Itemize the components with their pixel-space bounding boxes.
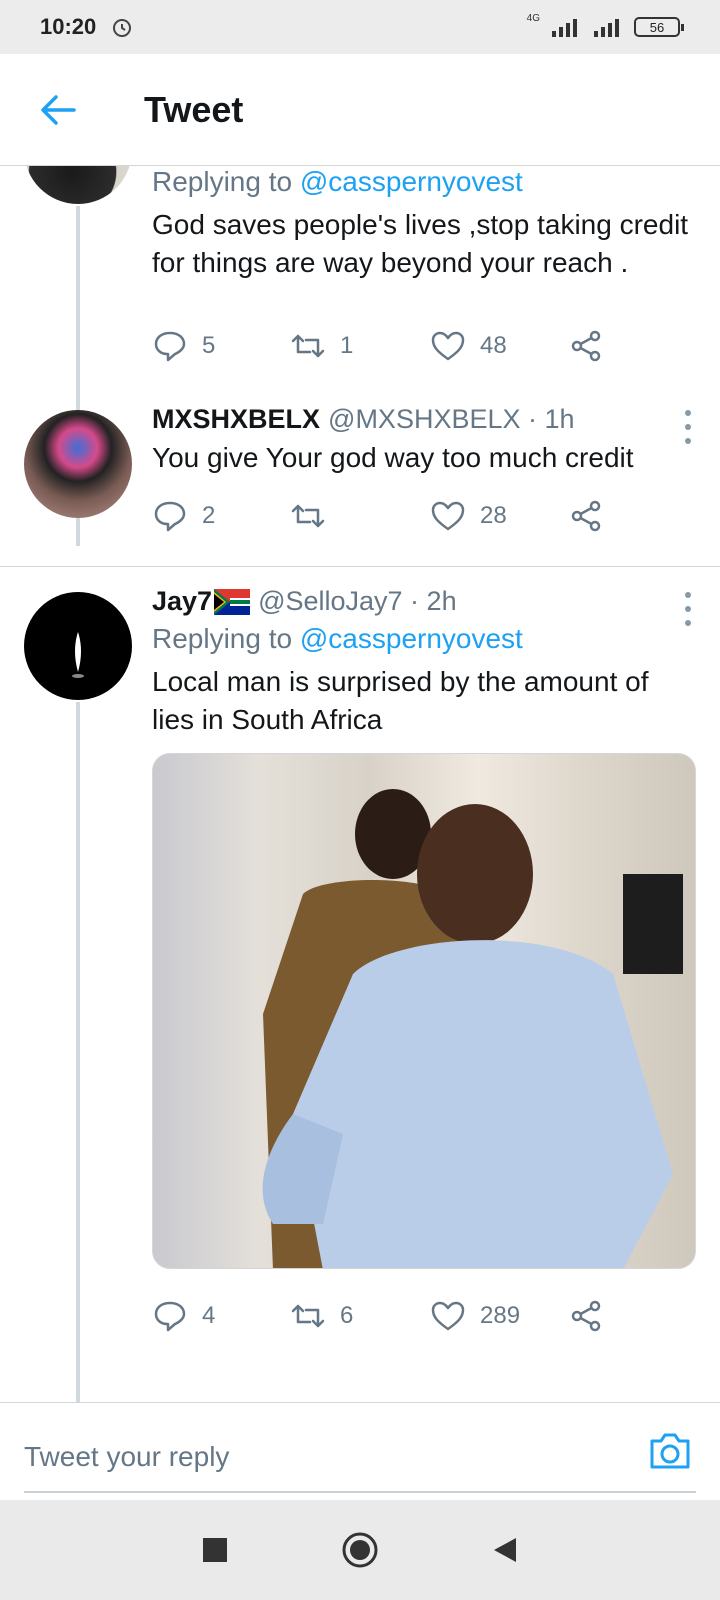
back-button[interactable] xyxy=(28,80,88,140)
signal-icon xyxy=(552,19,577,37)
like-count: 28 xyxy=(480,502,507,529)
reply-count: 2 xyxy=(202,502,216,529)
retweet-count: 6 xyxy=(340,1302,354,1329)
camera-icon xyxy=(650,1433,690,1469)
display-name[interactable]: MXSHXBELX xyxy=(152,404,320,435)
tweet-item[interactable]: MXSHXBELX @MXSHXBELX · 1h You give Your … xyxy=(0,404,720,550)
tweet-content: Replying to @casspernyovest God saves pe… xyxy=(152,166,696,282)
mention-link[interactable]: @casspernyovest xyxy=(300,166,523,197)
share-button[interactable] xyxy=(568,498,604,534)
back-arrow-icon xyxy=(41,94,76,125)
south-africa-flag-icon xyxy=(214,588,251,615)
replying-prefix: Replying to xyxy=(152,166,293,197)
share-icon xyxy=(571,500,601,532)
retweet-button[interactable] xyxy=(290,498,430,534)
handle-time: @SelloJay7 · 2h xyxy=(258,586,457,616)
retweet-count: 1 xyxy=(340,332,354,359)
more-options-button[interactable] xyxy=(678,592,698,626)
like-icon xyxy=(431,331,465,361)
tweet-header: MXSHXBELX @MXSHXBELX · 1h xyxy=(152,404,696,435)
like-button[interactable]: 28 xyxy=(430,498,568,534)
status-bar: 10:20 4G 56 xyxy=(0,0,720,54)
retweet-icon xyxy=(291,504,325,528)
share-button[interactable] xyxy=(568,1298,604,1334)
tweet-divider xyxy=(0,566,720,567)
tweet-text: Local man is surprised by the amount of … xyxy=(152,666,649,735)
share-icon xyxy=(571,330,601,362)
like-button[interactable]: 289 xyxy=(430,1298,568,1334)
thread-line xyxy=(76,702,80,1402)
nav-square-icon[interactable] xyxy=(200,1535,230,1565)
reply-button[interactable]: 5 xyxy=(152,328,290,364)
reply-input[interactable] xyxy=(24,1423,696,1493)
tweet-actions: 4 6 289 xyxy=(152,1298,604,1334)
mention-link[interactable]: @casspernyovest xyxy=(300,623,523,654)
reply-count: 4 xyxy=(202,1302,216,1329)
reply-button[interactable]: 4 xyxy=(152,1298,290,1334)
nav-home-icon[interactable] xyxy=(340,1530,380,1570)
retweet-icon xyxy=(291,334,325,358)
tweet-content: Jay7 @SelloJay7 · 2h Replying to @casspe… xyxy=(152,586,696,1269)
reply-count: 5 xyxy=(202,332,216,359)
like-count: 289 xyxy=(480,1302,521,1329)
network-type: 4G xyxy=(526,13,540,24)
replying-to: Replying to @casspernyovest xyxy=(152,166,696,198)
tweet-media-image[interactable] xyxy=(152,753,696,1269)
status-time: 10:20 xyxy=(40,14,97,39)
retweet-button[interactable]: 1 xyxy=(290,328,430,364)
status-indicators: 4G 56 xyxy=(527,13,684,37)
display-name[interactable]: Jay7 xyxy=(152,586,212,617)
share-icon xyxy=(571,1300,601,1332)
like-icon xyxy=(431,501,465,531)
reply-icon xyxy=(154,501,186,532)
retweet-icon xyxy=(291,1304,325,1328)
more-options-button[interactable] xyxy=(678,410,698,444)
handle-time: @MXSHXBELX · 1h xyxy=(328,404,575,434)
tweet-item[interactable]: Jay7 @SelloJay7 · 2h Replying to @casspe… xyxy=(0,586,720,1402)
tweet-feed[interactable]: Replying to @casspernyovest God saves pe… xyxy=(0,166,720,1402)
reply-button[interactable]: 2 xyxy=(152,498,290,534)
retweet-button[interactable]: 6 xyxy=(290,1298,430,1334)
reply-composer xyxy=(0,1402,720,1500)
tweet-content: MXSHXBELX @MXSHXBELX · 1h You give Your … xyxy=(152,404,696,477)
tweet-header: Jay7 @SelloJay7 · 2h xyxy=(152,586,696,617)
battery-indicator: 56 xyxy=(634,17,684,37)
page-title: Tweet xyxy=(144,88,244,130)
top-app-bar: Tweet xyxy=(0,54,720,166)
signal-icon-2 xyxy=(594,19,619,37)
alarm-icon xyxy=(113,19,132,37)
nav-back-icon[interactable] xyxy=(490,1535,520,1565)
replying-prefix: Replying to xyxy=(152,623,293,654)
tweet-text: You give Your god way too much credit xyxy=(152,442,634,473)
photo-illustration xyxy=(262,789,683,1268)
avatar[interactable] xyxy=(24,410,132,518)
tweet-actions: 5 1 48 xyxy=(152,328,604,364)
share-button[interactable] xyxy=(568,328,604,364)
reply-icon xyxy=(154,1301,186,1332)
like-count: 48 xyxy=(480,332,507,359)
camera-button[interactable] xyxy=(646,1427,694,1475)
system-nav-bar xyxy=(0,1500,720,1600)
candle-image xyxy=(72,632,84,678)
like-button[interactable]: 48 xyxy=(430,328,568,364)
like-icon xyxy=(431,1301,465,1331)
replying-to: Replying to @casspernyovest xyxy=(152,623,696,655)
reply-icon xyxy=(154,331,186,362)
tweet-text: God saves people's lives ,stop taking cr… xyxy=(152,209,689,278)
avatar[interactable] xyxy=(24,592,132,700)
tweet-actions: 2 28 xyxy=(152,498,604,534)
avatar[interactable] xyxy=(24,166,132,204)
